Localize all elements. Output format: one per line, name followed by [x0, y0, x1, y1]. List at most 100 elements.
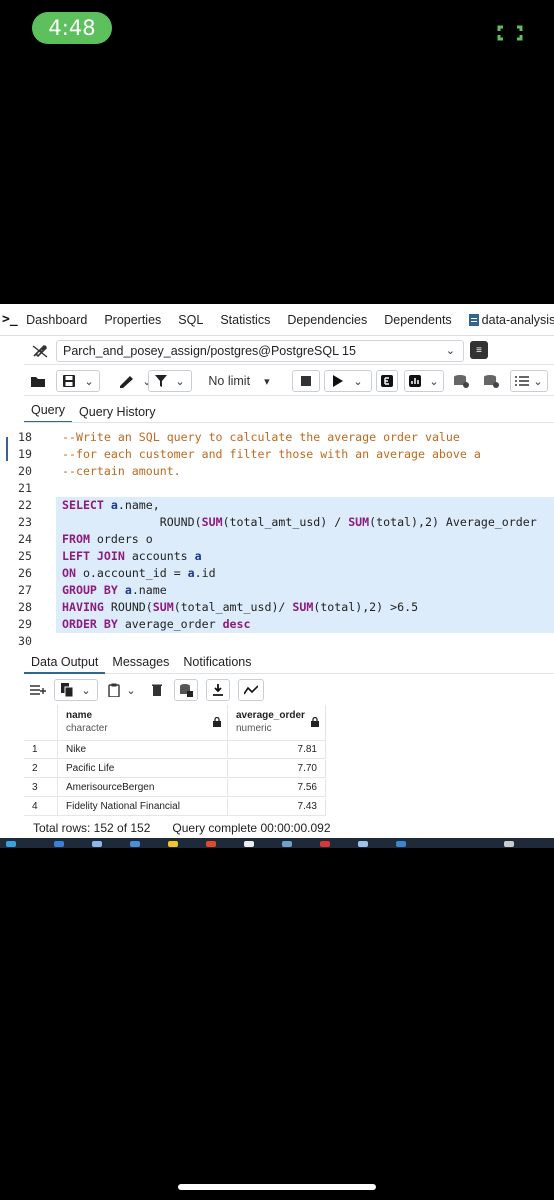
editor-line[interactable]: 27 GROUP BY a.name — [0, 582, 554, 599]
save-data-icon[interactable] — [174, 679, 198, 701]
code-token: (total),2) Average_order — [369, 515, 537, 529]
editor-line[interactable]: 18 --Write an SQL query to calculate the … — [0, 429, 554, 446]
lock-icon — [311, 717, 319, 727]
taskbar-icon[interactable] — [282, 841, 292, 847]
add-row-icon[interactable] — [24, 679, 52, 701]
taskbar-icon[interactable] — [6, 841, 16, 847]
terminal-icon[interactable]: >_ — [0, 312, 18, 327]
home-indicator[interactable] — [178, 1184, 376, 1190]
tab-notifications[interactable]: Notifications — [176, 650, 258, 674]
expand-icon[interactable] — [497, 25, 523, 41]
taskbar-icon[interactable] — [244, 841, 254, 847]
tab-messages[interactable]: Messages — [105, 650, 176, 674]
taskbar-icon[interactable] — [504, 841, 514, 847]
tab-statistics[interactable]: Statistics — [212, 313, 279, 327]
open-folder-icon[interactable] — [28, 370, 48, 392]
tab-query-history[interactable]: Query History — [72, 405, 162, 423]
code-token: SUM — [201, 515, 223, 529]
sql-editor[interactable]: 18 --Write an SQL query to calculate the … — [0, 423, 554, 650]
save-button[interactable]: ⌄ — [56, 370, 100, 392]
editor-line[interactable]: 22 SELECT a.name, — [0, 497, 554, 514]
code-token: FROM — [62, 532, 97, 546]
taskbar-icon[interactable] — [54, 841, 64, 847]
tab-data-output[interactable]: Data Output — [24, 650, 106, 674]
editor-line[interactable]: 21 — [0, 480, 554, 497]
tab-query[interactable]: Query — [24, 403, 73, 423]
chevron-down-icon: ⌄ — [84, 375, 94, 388]
macros-button[interactable]: ⌄ — [510, 370, 548, 392]
download-icon[interactable] — [206, 679, 230, 701]
code-token: a — [194, 549, 202, 563]
explain-button[interactable] — [376, 370, 398, 392]
editor-line[interactable]: 28 HAVING ROUND(SUM(total_amt_usd)/ SUM(t… — [0, 599, 554, 616]
commit-icon[interactable] — [448, 370, 474, 392]
editor-line[interactable]: 26 ON o.account_id = a.id — [0, 565, 554, 582]
tab-dependents[interactable]: Dependents — [376, 313, 460, 327]
editor-line[interactable]: 24 FROM orders o — [0, 531, 554, 548]
cell-average-order[interactable]: 7.43 — [228, 798, 326, 816]
connection-select[interactable]: Parch_and_posey_assign/postgres@PostgreS… — [56, 340, 464, 362]
editor-line[interactable]: 19 --for each customer and filter those w… — [0, 446, 554, 463]
code-token: .id — [194, 566, 216, 580]
row-number: 2 — [24, 760, 58, 778]
cell-name[interactable]: Pacific Life — [58, 760, 228, 778]
tab-sql[interactable]: SQL — [170, 313, 212, 327]
table-row[interactable]: 1 Nike 7.81 — [24, 741, 326, 759]
code-text: LEFT JOIN accounts a — [56, 548, 554, 565]
object-tabs: >_ Dashboard Properties SQL Statistics D… — [0, 304, 554, 336]
code-token: --for each customer and filter those wit… — [62, 447, 481, 461]
filter-button[interactable]: ⌄ — [148, 370, 192, 392]
code-token: ON — [62, 566, 83, 580]
taskbar-icon[interactable] — [130, 841, 140, 847]
copy-button[interactable]: ⌄ — [54, 679, 98, 701]
code-token: o.account_id = — [82, 566, 188, 580]
cell-average-order[interactable]: 7.81 — [228, 741, 326, 759]
tab-properties[interactable]: Properties — [96, 313, 170, 327]
stop-button[interactable] — [292, 370, 320, 392]
code-text: SELECT a.name, — [56, 497, 554, 514]
cell-name[interactable]: Fidelity National Financial — [58, 798, 228, 816]
column-header-average-order[interactable]: average_order numeric — [228, 705, 326, 741]
cell-name[interactable]: AmerisourceBergen — [58, 779, 228, 797]
line-number: 30 — [18, 634, 32, 648]
cell-average-order[interactable]: 7.70 — [228, 760, 326, 778]
play-icon — [333, 375, 344, 387]
trash-icon[interactable] — [146, 679, 168, 701]
line-number: 21 — [18, 481, 32, 495]
chevron-down-icon: ⌄ — [175, 375, 185, 388]
code-text: --Write an SQL query to calculate the av… — [56, 429, 554, 446]
execute-button[interactable]: ⌄ — [324, 370, 372, 392]
rollback-icon[interactable] — [478, 370, 504, 392]
tab-query-tool[interactable]: data-analysis-c — [460, 313, 554, 327]
tab-dependencies[interactable]: Dependencies — [279, 313, 376, 327]
chevron-down-icon: ⌄ — [429, 375, 439, 388]
explain-analyze-button[interactable]: ⌄ — [404, 370, 444, 392]
connection-status-icon[interactable] — [24, 341, 56, 361]
taskbar-icon[interactable] — [206, 841, 216, 847]
editor-line[interactable]: 20 --certain amount. — [0, 463, 554, 480]
total-rows: Total rows: 152 of 152 — [33, 821, 151, 835]
editor-line[interactable]: 25 LEFT JOIN accounts a — [0, 548, 554, 565]
chevron-down-icon: ⌄ — [126, 684, 136, 697]
taskbar-icon[interactable] — [168, 841, 178, 847]
cell-average-order[interactable]: 7.56 — [228, 779, 326, 797]
editor-line[interactable]: 30 — [0, 633, 554, 650]
taskbar-icon[interactable] — [92, 841, 102, 847]
limit-select[interactable]: No limit ▾ — [196, 370, 282, 392]
table-row[interactable]: 4 Fidelity National Financial 7.43 — [24, 798, 326, 816]
copy-icon — [61, 683, 74, 697]
tab-dashboard[interactable]: Dashboard — [18, 313, 96, 327]
taskbar-icon[interactable] — [358, 841, 368, 847]
editor-line[interactable]: 23 ROUND(SUM(total_amt_usd) / SUM(total)… — [0, 514, 554, 531]
column-header-name[interactable]: name character — [58, 705, 228, 741]
line-number: 19 — [18, 447, 32, 461]
graph-icon[interactable] — [238, 679, 264, 701]
cell-name[interactable]: Nike — [58, 741, 228, 759]
editor-line[interactable]: 29 ORDER BY average_order desc — [0, 616, 554, 633]
table-row[interactable]: 3 AmerisourceBergen 7.56 — [24, 779, 326, 797]
taskbar-icon[interactable] — [396, 841, 406, 847]
taskbar-icon[interactable] — [320, 841, 330, 847]
table-row[interactable]: 2 Pacific Life 7.70 — [24, 760, 326, 778]
paste-button[interactable]: ⌄ — [102, 679, 142, 701]
database-icon[interactable]: ≡ — [470, 341, 488, 359]
